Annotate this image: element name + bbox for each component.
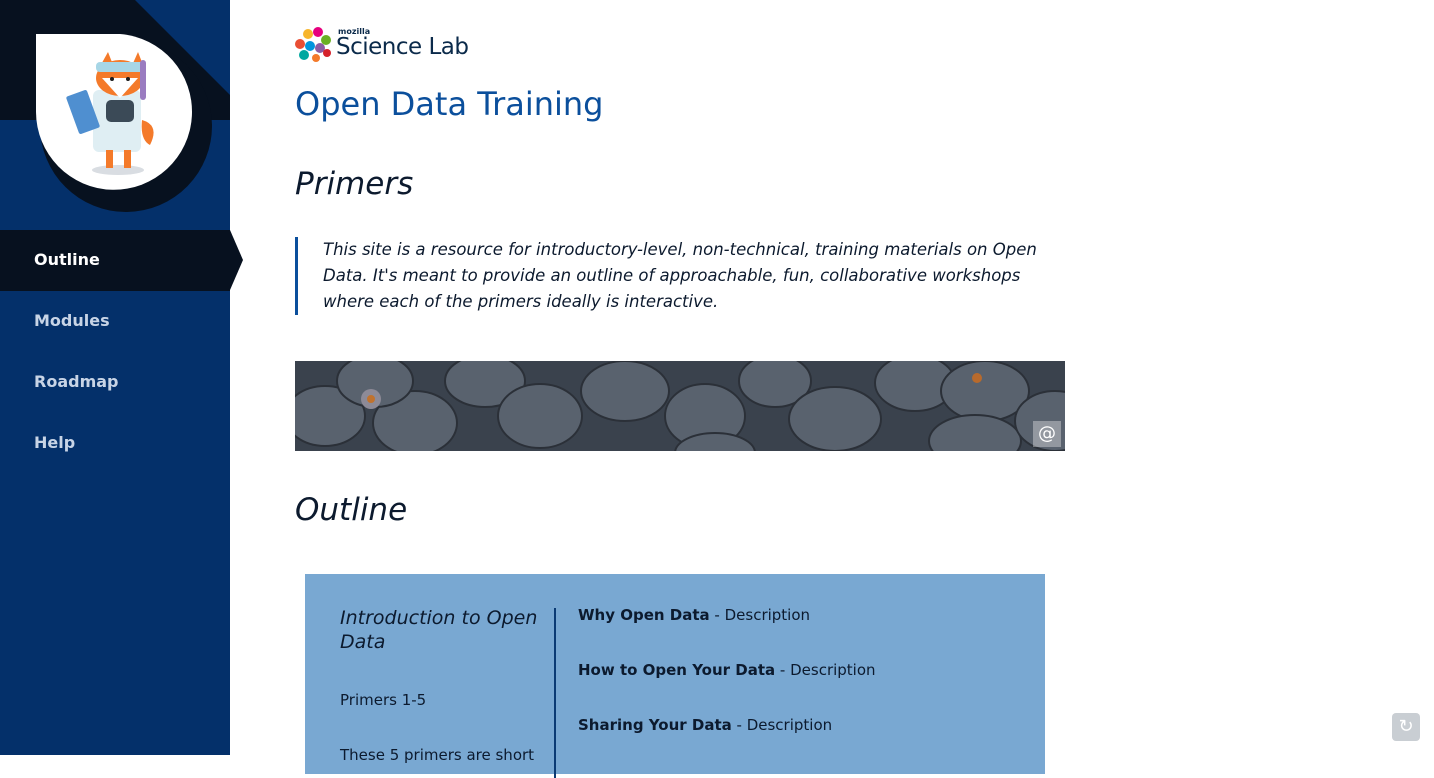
nav-item-outline[interactable]: Outline — [0, 230, 243, 291]
module-name: Why Open Data — [578, 606, 710, 624]
outline-card-title: Introduction to Open Data — [340, 607, 538, 653]
nav-item-roadmap[interactable]: Roadmap — [0, 352, 230, 413]
science-lab-logo[interactable]: mozilla Science Lab — [292, 24, 469, 64]
sidebar-nav: Outline Modules Roadmap Help — [0, 230, 243, 474]
logo-science-lab-text: Science Lab — [336, 34, 469, 60]
at-sign-icon[interactable]: @ — [1033, 421, 1061, 447]
module-list: Why Open Data - Description How to Open … — [578, 606, 876, 771]
module-link-why-open-data[interactable]: Why Open Data - Description — [578, 606, 876, 661]
module-desc: - Description — [731, 716, 833, 734]
blueberries-image — [295, 361, 1065, 451]
module-desc: - Description — [775, 661, 876, 679]
module-name: Sharing Your Data — [578, 716, 732, 734]
blueberries-banner-image: @ — [295, 361, 1065, 451]
outline-heading: Outline — [295, 492, 408, 528]
logo-dots-icon — [295, 27, 331, 62]
outline-card-more-text: These 5 primers are short — [340, 746, 535, 764]
nav-item-help[interactable]: Help — [0, 413, 230, 474]
page-title: Open Data Training — [295, 85, 604, 123]
intro-blockquote: This site is a resource for introductory… — [295, 237, 1063, 315]
mascot-area — [0, 0, 230, 230]
outline-card: Introduction to Open Data Primers 1-5 Th… — [305, 574, 1045, 778]
outline-card-subtitle: Primers 1-5 — [340, 691, 427, 709]
module-name: How to Open Your Data — [578, 661, 776, 679]
sidebar: Outline Modules Roadmap Help — [0, 0, 243, 755]
module-link-how-to-open[interactable]: How to Open Your Data - Description — [578, 661, 876, 716]
module-desc: - Description — [709, 606, 811, 624]
scroll-to-top-icon[interactable]: ↻ — [1392, 713, 1420, 741]
module-link-sharing-data[interactable]: Sharing Your Data - Description — [578, 716, 876, 771]
primers-heading: Primers — [295, 166, 414, 202]
card-divider — [554, 608, 556, 778]
nav-item-modules[interactable]: Modules — [0, 291, 230, 352]
